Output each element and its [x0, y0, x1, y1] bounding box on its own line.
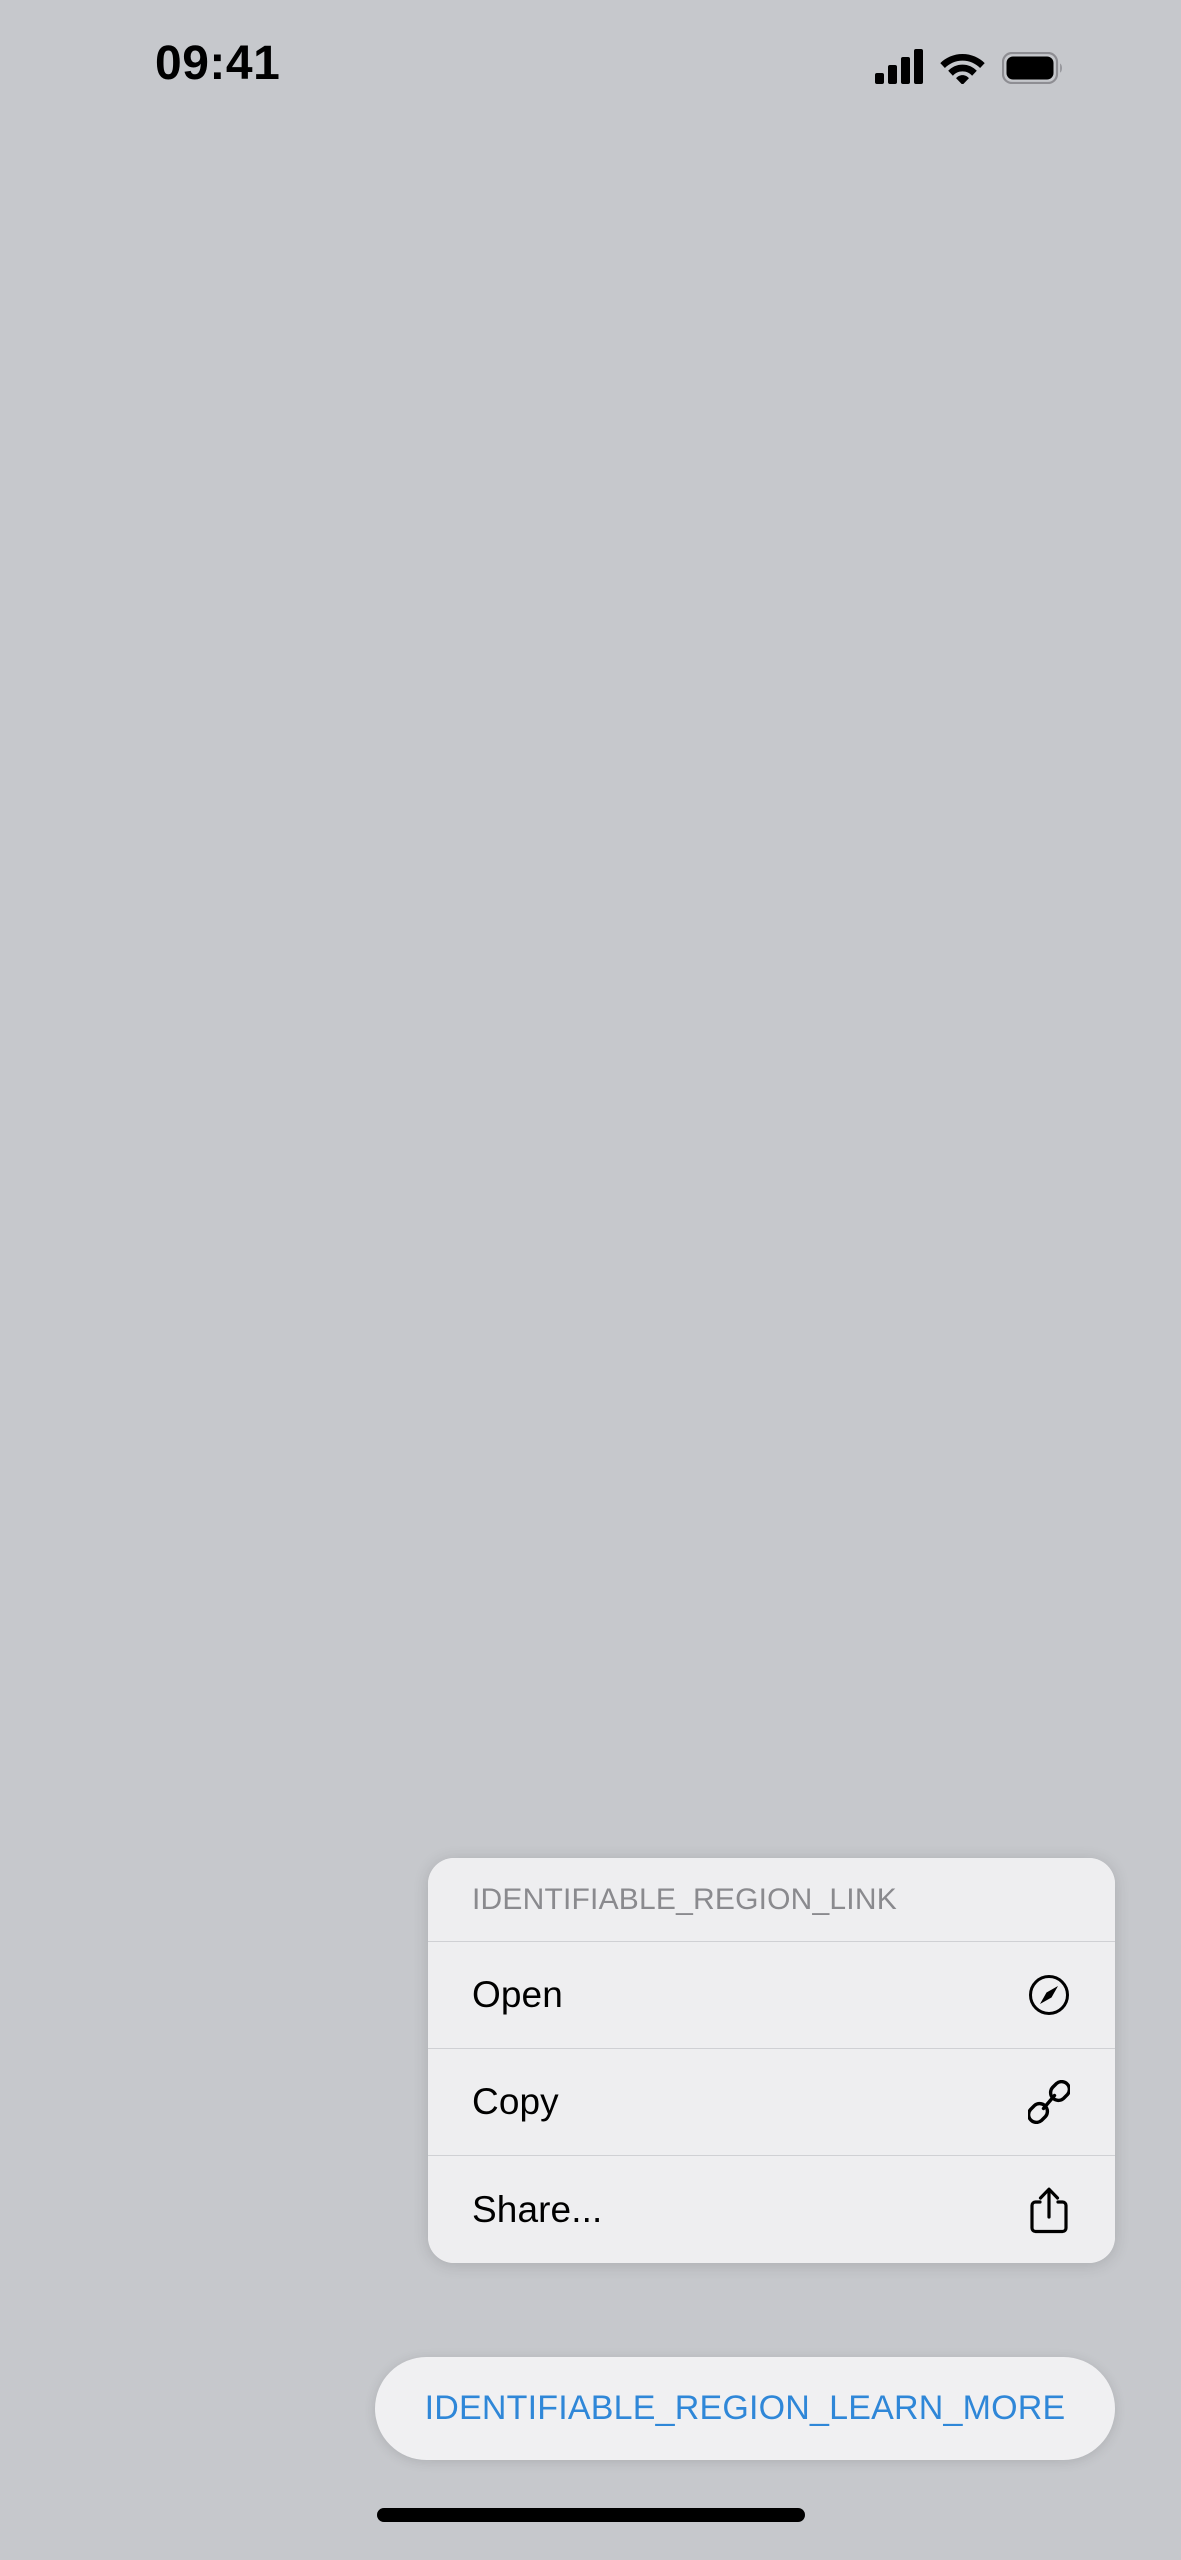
compass-icon — [1027, 1971, 1071, 2019]
wifi-icon — [939, 50, 986, 84]
action-sheet-item-copy-label: Copy — [472, 2081, 559, 2122]
cellular-signal-icon — [875, 48, 923, 84]
share-icon — [1027, 2186, 1071, 2234]
action-sheet-item-open[interactable]: Open — [428, 1942, 1115, 2049]
action-sheet-item-copy[interactable]: Copy — [428, 2049, 1115, 2156]
learn-more-button[interactable]: IDENTIFIABLE_REGION_LEARN_MORE — [375, 2357, 1115, 2460]
battery-icon — [1002, 52, 1064, 84]
link-icon — [1027, 2078, 1071, 2126]
status-bar: 09:41 — [0, 0, 1181, 110]
home-indicator[interactable] — [376, 2508, 805, 2522]
action-sheet-item-share-label: Share... — [472, 2188, 603, 2230]
learn-more-button-label: IDENTIFIABLE_REGION_LEARN_MORE — [424, 2389, 1066, 2427]
status-bar-icons — [875, 48, 1064, 84]
action-sheet-header-label: IDENTIFIABLE_REGION_LINK — [472, 1882, 897, 1916]
status-bar-time: 09:41 — [155, 37, 281, 90]
action-sheet-item-share[interactable]: Share... — [428, 2156, 1115, 2263]
link-action-sheet: IDENTIFIABLE_REGION_LINK Open Copy Share… — [428, 1858, 1115, 2263]
action-sheet-header: IDENTIFIABLE_REGION_LINK — [428, 1858, 1115, 1942]
action-sheet-item-open-label: Open — [472, 1974, 563, 2015]
